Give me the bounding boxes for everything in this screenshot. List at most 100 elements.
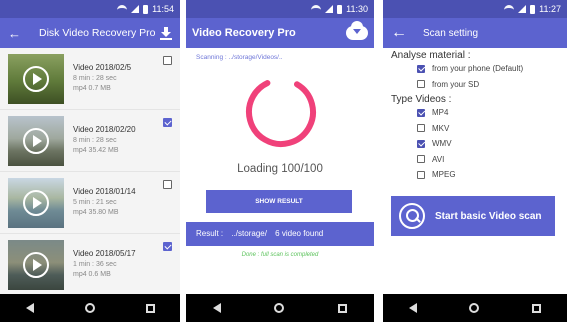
- type-label: Type Videos :: [391, 94, 452, 105]
- option-label: AVI: [432, 154, 445, 164]
- video-thumbnail[interactable]: [8, 53, 64, 104]
- option-checkbox[interactable]: [417, 124, 425, 133]
- nav-back-icon[interactable]: [25, 303, 34, 313]
- option-checkbox[interactable]: [417, 108, 425, 117]
- video-size: mp4 35.42 MB: [73, 147, 119, 154]
- video-list-item[interactable]: Video 2018/01/14 5 min : 21 sec mp4 35.8…: [0, 172, 180, 234]
- option-wmv[interactable]: WMV: [417, 136, 567, 152]
- status-time: 11:54: [152, 4, 174, 14]
- start-scan-label: Start basic Video scan: [435, 210, 542, 222]
- status-time: 11:30: [346, 4, 368, 14]
- video-meta: Video 2018/02/5 8 min : 28 sec mp4 0.7 M…: [73, 63, 131, 94]
- scan-progress-screen: 11:30 Video Recovery Pro Scanning : ../s…: [186, 0, 374, 322]
- option-sd[interactable]: from your SD: [417, 77, 567, 93]
- nav-recents-icon[interactable]: [531, 303, 541, 313]
- video-select-checkbox[interactable]: [163, 56, 172, 65]
- video-size: mp4 0.6 MB: [73, 271, 111, 278]
- video-thumbnail[interactable]: [8, 239, 64, 290]
- video-list-item[interactable]: Video 2018/02/20 8 min : 28 sec mp4 35.4…: [0, 110, 180, 172]
- video-thumbnail[interactable]: [8, 177, 64, 228]
- cloud-download-icon[interactable]: [346, 21, 368, 40]
- video-list-item[interactable]: Video 2018/05/17 1 min : 36 sec mp4 0.6 …: [0, 234, 180, 296]
- video-duration: 8 min : 28 sec: [73, 75, 117, 82]
- video-list-screen: 11:54 ← Disk Video Recovery Pro Video 20…: [0, 0, 180, 322]
- play-icon[interactable]: [23, 65, 49, 92]
- result-bar: Result : ../storage/ 6 video found: [186, 222, 374, 246]
- video-name: Video 2018/05/17: [73, 249, 136, 258]
- signal-icon: [518, 5, 527, 13]
- app-title: Scan setting: [423, 27, 479, 39]
- download-icon[interactable]: [160, 27, 172, 40]
- wifi-icon: [311, 5, 322, 13]
- option-mpeg[interactable]: MPEG: [417, 167, 567, 183]
- back-arrow-icon[interactable]: ←: [8, 26, 21, 41]
- status-bar: 11:30: [186, 0, 374, 18]
- app-bar: ← Scan setting: [383, 18, 567, 48]
- video-duration: 5 min : 21 sec: [73, 199, 117, 206]
- nav-home-icon[interactable]: [469, 303, 480, 313]
- play-icon[interactable]: [23, 189, 49, 216]
- option-label: WMV: [432, 139, 452, 149]
- option-phone[interactable]: from your phone (Default): [417, 61, 567, 77]
- option-checkbox[interactable]: [417, 64, 425, 73]
- result-label: Result :: [196, 229, 224, 238]
- nav-recents-icon[interactable]: [338, 303, 348, 313]
- android-nav-bar: [383, 294, 567, 322]
- scan-settings-icon: [399, 203, 425, 229]
- spinner-arc: [246, 77, 316, 147]
- video-list: Video 2018/02/5 8 min : 28 sec mp4 0.7 M…: [0, 48, 180, 296]
- video-size: mp4 0.7 MB: [73, 85, 111, 92]
- video-list-item[interactable]: Video 2018/02/5 8 min : 28 sec mp4 0.7 M…: [0, 48, 180, 110]
- settings-form: Analyse material : from your phone (Defa…: [383, 50, 567, 183]
- result-count: 6 video found: [275, 229, 324, 238]
- signal-icon: [131, 5, 140, 13]
- status-time: 11:27: [539, 4, 561, 14]
- nav-back-icon[interactable]: [212, 303, 221, 313]
- wifi-icon: [117, 5, 128, 13]
- app-bar: ← Disk Video Recovery Pro: [0, 18, 180, 48]
- loading-spinner: [246, 77, 316, 147]
- option-label: from your phone (Default): [432, 64, 524, 74]
- video-select-checkbox[interactable]: [163, 118, 172, 127]
- nav-back-icon[interactable]: [409, 303, 418, 313]
- video-select-checkbox[interactable]: [163, 242, 172, 251]
- option-avi[interactable]: AVI: [417, 152, 567, 168]
- app-title: Disk Video Recovery Pro: [39, 27, 156, 39]
- video-size: mp4 35.80 MB: [73, 209, 119, 216]
- play-icon[interactable]: [23, 127, 49, 154]
- option-label: MPEG: [432, 170, 456, 180]
- video-duration: 1 min : 36 sec: [73, 261, 117, 268]
- option-mp4[interactable]: MP4: [417, 105, 567, 121]
- option-checkbox[interactable]: [417, 139, 425, 148]
- option-checkbox[interactable]: [417, 170, 425, 179]
- nav-home-icon[interactable]: [274, 303, 285, 313]
- loading-text: Loading 100/100: [237, 163, 323, 175]
- option-checkbox[interactable]: [417, 80, 425, 89]
- video-duration: 8 min : 28 sec: [73, 137, 117, 144]
- battery-icon: [143, 4, 149, 14]
- nav-recents-icon[interactable]: [145, 303, 155, 313]
- option-label: from your SD: [432, 79, 480, 89]
- video-meta: Video 2018/05/17 1 min : 36 sec mp4 0.6 …: [73, 249, 136, 280]
- status-bar: 11:54: [0, 0, 180, 18]
- start-scan-button[interactable]: Start basic Video scan: [391, 196, 555, 236]
- video-select-checkbox[interactable]: [163, 180, 172, 189]
- option-label: MP4: [432, 108, 449, 118]
- video-meta: Video 2018/01/14 5 min : 21 sec mp4 35.8…: [73, 187, 136, 218]
- option-checkbox[interactable]: [417, 155, 425, 164]
- nav-home-icon[interactable]: [84, 303, 95, 313]
- video-name: Video 2018/02/20: [73, 125, 136, 134]
- battery-icon: [530, 4, 536, 14]
- video-thumbnail[interactable]: [8, 115, 64, 166]
- app-bar: Video Recovery Pro: [186, 18, 374, 48]
- back-arrow-icon[interactable]: ←: [391, 24, 407, 42]
- play-icon[interactable]: [23, 251, 49, 278]
- option-label: MKV: [432, 123, 450, 133]
- wifi-icon: [504, 5, 515, 13]
- scan-settings-screen: 11:27 ← Scan setting Analyse material : …: [383, 0, 567, 322]
- analyse-label: Analyse material :: [391, 50, 471, 61]
- android-nav-bar: [0, 294, 180, 322]
- option-mkv[interactable]: MKV: [417, 121, 567, 137]
- battery-icon: [337, 4, 343, 14]
- show-result-button[interactable]: SHOW RESULT: [206, 190, 352, 213]
